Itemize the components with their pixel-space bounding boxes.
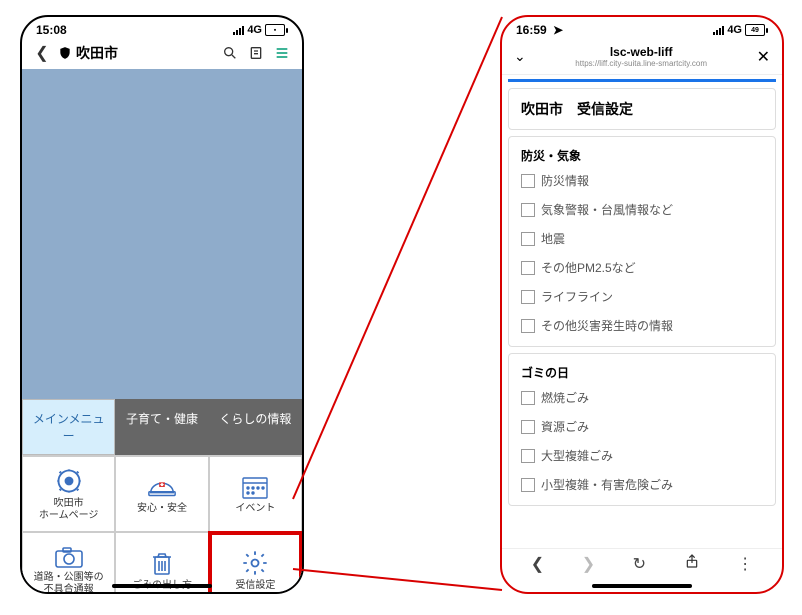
checkbox-icon[interactable] [521,174,535,188]
search-icon[interactable] [220,45,240,61]
nav-forward-icon[interactable]: ❯ [582,554,595,574]
option-label: 気象警報・台風情報など [541,201,673,218]
checkbox-icon[interactable] [521,478,535,492]
option-row[interactable]: 気象警報・台風情報など [521,201,763,218]
option-row[interactable]: 大型複雑ごみ [521,447,763,464]
status-time: 16:59 [516,23,547,37]
cell-reception-settings[interactable]: 受信設定 [209,532,302,594]
camera-icon [54,545,84,569]
cell-report[interactable]: 道路・公園等の 不具合通報 [22,532,115,594]
note-icon[interactable] [246,45,266,61]
shield-icon [58,46,72,60]
option-row[interactable]: 燃焼ごみ [521,389,763,406]
nav-more-icon[interactable]: ⋮ [737,554,753,574]
chat-header: ❮ 吹田市 [22,39,302,69]
cell-event[interactable]: イベント [209,456,302,532]
menu-grid: 吹田市 ホームページ 安心・安全 イベント 道路・公園等の 不具合通報 ごみの出… [22,455,302,594]
group-garbage: ゴミの日 燃焼ごみ 資源ごみ 大型複雑ごみ 小型複雑・有害危険ごみ [508,353,776,506]
cell-label: イベント [235,503,275,515]
phone-right: 16:59 ➤ 4G 49 ⌄ lsc-web-liff https://lif… [500,15,784,594]
tab-childcare[interactable]: 子育て・健康 [115,399,208,455]
cell-label: 安心・安全 [137,503,187,515]
trash-icon [150,549,174,577]
option-row[interactable]: その他災害発生時の情報 [521,317,763,334]
browser-nav: ❮ ❯ ↻ ⋮ [502,548,782,574]
option-row[interactable]: 小型複雑・有害危険ごみ [521,476,763,493]
group-title: 防災・気象 [521,147,763,164]
location-icon: ➤ [553,23,563,37]
cell-safety[interactable]: 安心・安全 [115,456,208,532]
back-icon[interactable]: ❮ [32,43,52,63]
tab-main[interactable]: メインメニュー [22,399,115,455]
liff-header: ⌄ lsc-web-liff https://liff.city-suita.l… [502,39,782,75]
chat-title: 吹田市 [76,43,118,63]
menu-icon[interactable] [272,45,292,61]
checkbox-icon[interactable] [521,232,535,246]
page-title: 吹田市 受信設定 [521,99,763,119]
nav-reload-icon[interactable]: ↻ [633,554,646,574]
accent-bar [508,79,776,82]
chat-background [22,69,302,399]
status-time: 15:08 [36,23,67,37]
liff-title: lsc-web-liff [534,45,749,59]
option-label: 防災情報 [541,172,589,189]
option-label: その他PM2.5など [541,259,636,276]
menu-tabs: メインメニュー 子育て・健康 くらしの情報 [22,399,302,455]
option-label: 地震 [541,230,565,247]
option-label: 燃焼ごみ [541,389,589,406]
option-label: 小型複雑・有害危険ごみ [541,476,673,493]
status-bar: 16:59 ➤ 4G 49 [502,17,782,39]
option-label: 資源ごみ [541,418,589,435]
calendar-icon [241,474,269,500]
liff-url: https://liff.city-suita.line-smartcity.c… [534,59,749,68]
option-row[interactable]: 資源ごみ [521,418,763,435]
cell-label: 受信設定 [235,580,275,592]
option-row[interactable]: 地震 [521,230,763,247]
battery-icon: ▪ [265,24,288,36]
nav-back-icon[interactable]: ❮ [531,554,544,574]
battery-icon: 49 [745,24,768,36]
group-title: ゴミの日 [521,364,763,381]
checkbox-icon[interactable] [521,319,535,333]
status-net: 4G [247,24,262,36]
cog-icon [241,549,269,577]
cell-homepage[interactable]: 吹田市 ホームページ [22,456,115,532]
gear-badge-icon [55,467,83,495]
cell-label: 道路・公園等の 不具合通報 [34,572,104,594]
checkbox-icon[interactable] [521,449,535,463]
page-title-section: 吹田市 受信設定 [508,88,776,130]
status-bar: 15:08 4G ▪ [22,17,302,39]
option-row[interactable]: その他PM2.5など [521,259,763,276]
checkbox-icon[interactable] [521,290,535,304]
checkbox-icon[interactable] [521,391,535,405]
signal-icon [233,25,244,35]
cell-label: 吹田市 ホームページ [39,498,99,521]
chevron-down-icon[interactable]: ⌄ [514,48,526,65]
checkbox-icon[interactable] [521,203,535,217]
tab-living[interactable]: くらしの情報 [209,399,302,455]
option-label: その他災害発生時の情報 [541,317,673,334]
option-row[interactable]: 防災情報 [521,172,763,189]
option-label: 大型複雑ごみ [541,447,613,464]
helmet-icon [147,474,177,500]
option-row[interactable]: ライフライン [521,288,763,305]
home-indicator [592,584,692,588]
checkbox-icon[interactable] [521,420,535,434]
phone-left: 15:08 4G ▪ ❮ 吹田市 メインメニュー 子育て・健康 くらしの情報 吹… [20,15,304,594]
status-net: 4G [727,24,742,36]
checkbox-icon[interactable] [521,261,535,275]
nav-share-icon[interactable] [684,553,700,574]
group-disaster: 防災・気象 防災情報 気象警報・台風情報など 地震 その他PM2.5など ライフ… [508,136,776,347]
signal-icon [713,25,724,35]
close-icon[interactable]: ✕ [757,47,770,67]
option-label: ライフライン [541,288,613,305]
home-indicator [112,584,212,588]
